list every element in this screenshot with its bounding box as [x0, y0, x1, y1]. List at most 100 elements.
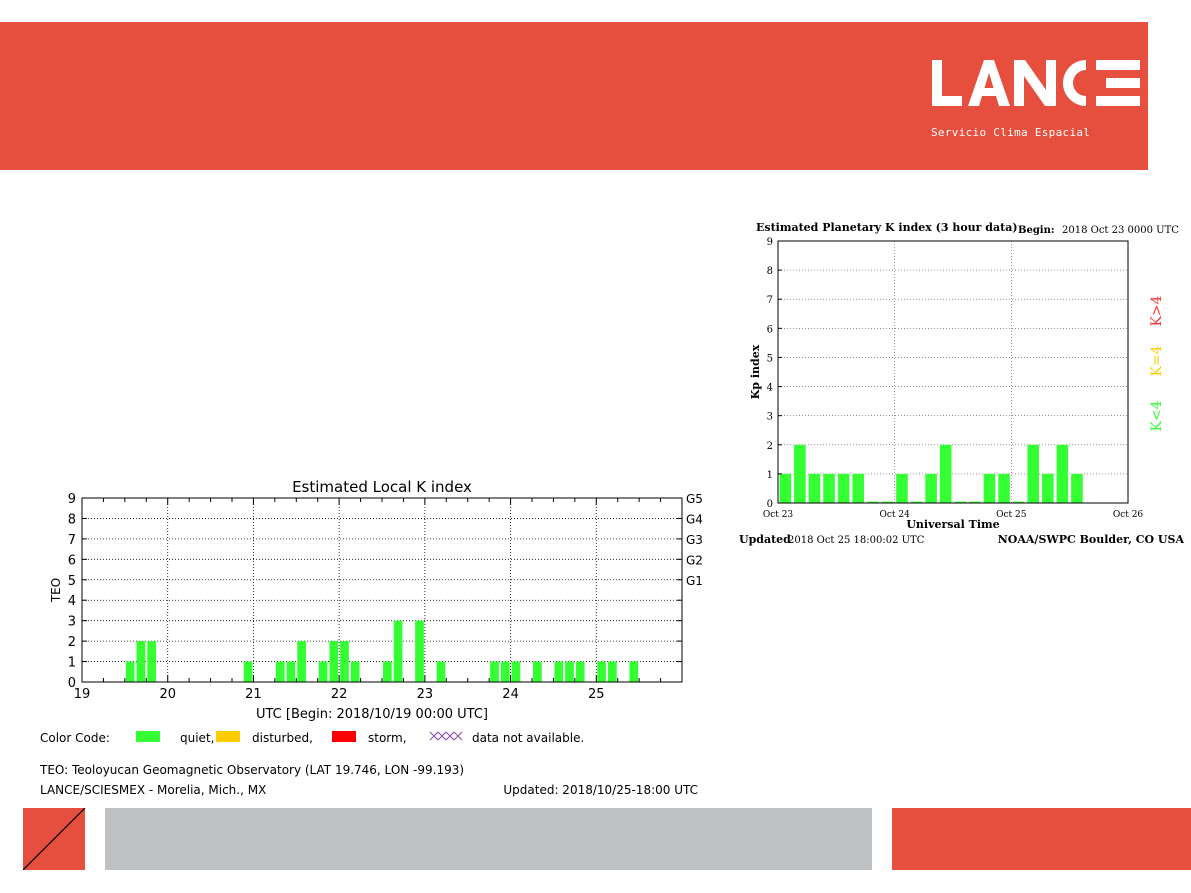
local-chart-xtick-label: 20: [159, 687, 176, 702]
planetary-chart-bar: [925, 473, 937, 503]
planetary-chart-bar: [998, 473, 1010, 503]
local-chart-bar: [329, 641, 339, 682]
local-chart-source: LANCE/SCIESMEX - Morelia, Mich., MX: [40, 783, 266, 797]
local-chart-xlabel: UTC [Begin: 2018/10/19 00:00 UTC]: [256, 707, 488, 722]
legend-label-quiet: quiet,: [180, 731, 214, 745]
planetary-chart-begin-value: 2018 Oct 23 0000 UTC: [1062, 225, 1179, 236]
legend-missing-glyph: [453, 731, 463, 741]
local-chart-xtick-label: 23: [417, 687, 434, 702]
local-chart-updated: Updated: 2018/10/25-18:00 UTC: [503, 783, 698, 797]
local-chart-bar: [511, 661, 521, 682]
local-chart-bar: [286, 661, 296, 682]
planetary-k-index-chart: Estimated Planetary K index (3 hour data…: [739, 221, 1185, 546]
legend-label-missing: data not available.: [472, 731, 584, 745]
legend-swatch-quiet: [136, 731, 160, 742]
local-chart-g-scale-label: G5: [686, 492, 703, 506]
local-chart-ytick-label: 5: [68, 574, 76, 589]
logo-subtitle: Servicio Clima Espacial: [931, 126, 1091, 139]
planetary-chart-title: Estimated Planetary K index (3 hour data…: [756, 221, 1018, 234]
planetary-chart-ylabel: Kp index: [749, 344, 762, 399]
local-chart-bar: [533, 661, 542, 682]
local-chart-frame: [81, 497, 683, 683]
local-chart-title: Estimated Local K index: [292, 478, 472, 496]
planetary-chart-bar: [983, 473, 996, 503]
local-chart-g-scale-label: G2: [686, 553, 703, 567]
local-chart-legend-prefix: Color Code:: [40, 731, 110, 745]
planetary-chart-bar: [823, 473, 835, 503]
planetary-chart-bar: [939, 444, 952, 503]
planetary-chart-begin-label: Begin:: [1018, 225, 1055, 236]
planetary-chart-xtick-label: Oct 26: [1113, 510, 1144, 520]
local-chart-bar: [297, 641, 306, 682]
local-chart-bar: [490, 661, 499, 682]
lance-logo: Servicio Clima Espacial: [928, 58, 1148, 148]
local-chart-bar: [436, 661, 446, 682]
local-chart-ytick-label: 8: [68, 512, 76, 527]
legend-missing-glyph: [445, 731, 455, 741]
local-chart-bar: [629, 661, 639, 682]
local-chart-bar: [575, 661, 585, 682]
local-chart-ytick-label: 6: [68, 553, 76, 568]
local-chart-bar: [318, 661, 328, 682]
footer-red-band: [892, 808, 1191, 870]
footer-gray-band: [105, 808, 872, 870]
local-chart-station: TEO: Teoloyucan Geomagnetic Observatory …: [39, 763, 464, 777]
local-chart-xtick-label: 25: [588, 687, 605, 702]
local-chart-bar: [350, 661, 360, 682]
local-chart-bar: [136, 641, 146, 682]
local-chart-bar: [147, 641, 156, 682]
local-chart-bar: [125, 661, 135, 682]
planetary-chart-credit: NOAA/SWPC Boulder, CO USA: [998, 533, 1185, 546]
local-chart-ytick-label: 9: [68, 492, 76, 507]
planetary-chart-ytick-label: 7: [767, 295, 773, 306]
local-chart-g-scale-label: G1: [686, 574, 703, 588]
local-chart-ytick-label: 7: [68, 533, 76, 548]
local-chart-ytick-label: 3: [68, 615, 76, 630]
local-chart-bar: [554, 661, 564, 682]
local-chart-ytick-label: 4: [68, 594, 76, 609]
planetary-chart-xtick-label: Oct 23: [763, 510, 794, 520]
local-chart-bar: [243, 661, 253, 682]
planetary-chart-ytick-label: 6: [767, 324, 773, 335]
local-chart-bar: [393, 620, 403, 682]
planetary-chart-side-label: K<4: [1149, 400, 1165, 431]
planetary-chart-bar: [852, 473, 864, 503]
planetary-chart-bar: [1027, 444, 1039, 503]
planetary-chart-bar: [1071, 473, 1083, 503]
local-chart-xtick-label: 24: [502, 687, 519, 702]
local-chart-bar: [383, 661, 392, 682]
legend-label-storm: storm,: [368, 731, 407, 745]
planetary-chart-ytick-label: 2: [767, 441, 773, 452]
footer-corner-graphic: [22, 807, 86, 871]
planetary-chart-bar: [1042, 473, 1054, 503]
planetary-chart-bar: [808, 473, 821, 503]
planetary-chart-ytick-label: 3: [767, 412, 773, 423]
planetary-chart-side-label: K=4: [1149, 345, 1165, 376]
local-chart-bar: [415, 620, 424, 682]
local-chart-bar: [597, 661, 606, 682]
local-chart-bar: [275, 661, 285, 682]
planetary-chart-ytick-label: 5: [767, 353, 773, 364]
local-chart-g-scale-label: G4: [686, 512, 703, 526]
local-chart-bar: [340, 641, 349, 682]
planetary-chart-ytick-label: 8: [767, 266, 773, 277]
planetary-chart-ytick-label: 0: [767, 499, 773, 510]
planetary-chart-bar: [896, 473, 908, 503]
planetary-chart-ytick-label: 1: [767, 470, 773, 481]
planetary-chart-ytick-label: 9: [767, 237, 773, 248]
local-chart-bar: [500, 661, 510, 682]
planetary-chart-bar: [779, 473, 792, 503]
legend-swatch-disturbed: [216, 731, 240, 742]
local-chart-ytick-label: 2: [68, 635, 76, 650]
legend-missing-glyph: [437, 731, 447, 741]
planetary-chart-xtick-label: Oct 25: [996, 510, 1027, 520]
planetary-chart-ytick-label: 4: [767, 383, 773, 394]
local-k-index-chart: Estimated Local K index012345678919 20 21 2…: [39, 478, 703, 797]
planetary-chart-bar: [794, 444, 806, 503]
planetary-chart-frame: [777, 240, 1129, 504]
planetary-chart-updated-value: 2018 Oct 25 18:00:02 UTC: [788, 535, 925, 546]
footer-corner-box: [22, 807, 86, 871]
legend-missing-glyph: [429, 731, 439, 741]
local-chart-g-scale-label: G3: [686, 533, 703, 547]
planetary-chart-updated-prefix: Updated: [739, 533, 791, 546]
